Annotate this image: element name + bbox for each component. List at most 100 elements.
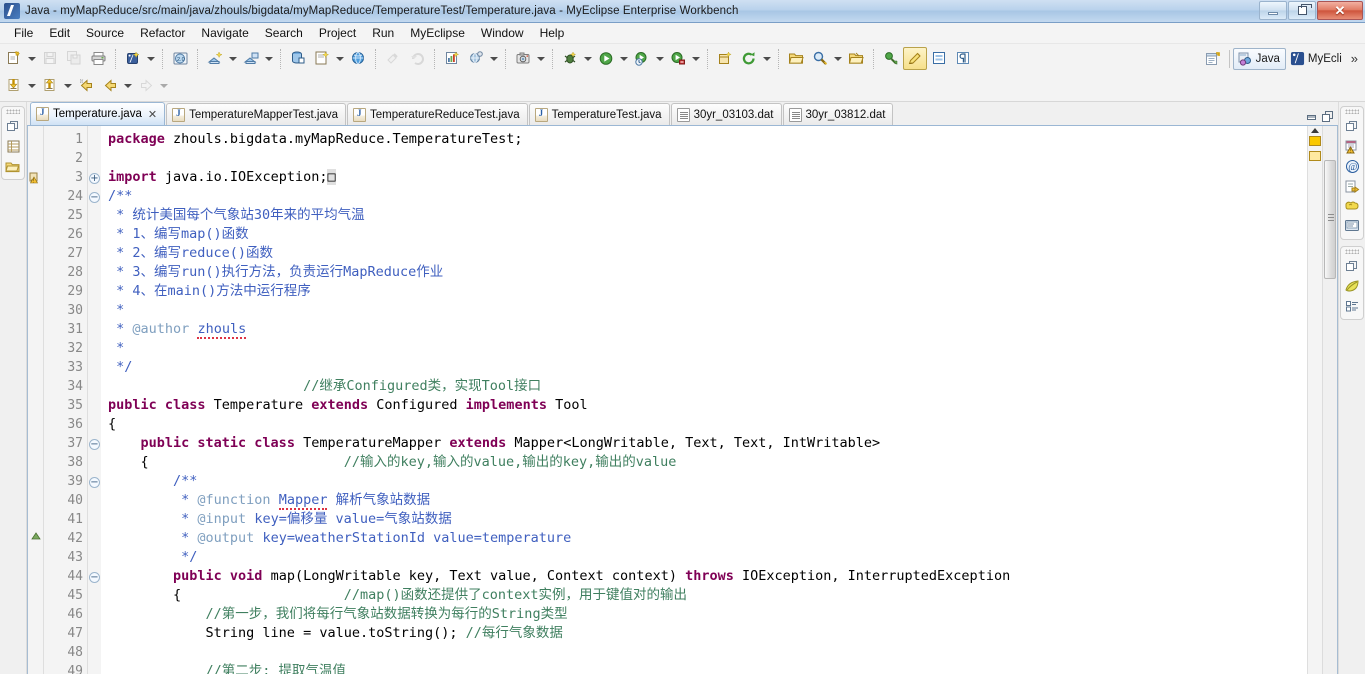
editor-tab-2[interactable]: TemperatureReduceTest.java [347,103,528,125]
restore-button[interactable] [1288,1,1316,20]
new-package-button[interactable] [713,47,737,70]
menu-edit[interactable]: Edit [41,24,78,42]
menu-navigate[interactable]: Navigate [193,24,256,42]
perspective-myeclipse[interactable]: MyEcli [1286,48,1348,70]
terminal-icon[interactable] [1342,216,1362,236]
editor-tab-1[interactable]: TemperatureMapperTest.java [166,103,347,125]
search-dropdown-arrow[interactable] [832,47,844,70]
editor-overview-ruler[interactable] [1307,126,1322,674]
code-line[interactable]: //第一步，我们将每行气象站数据转换为每行的String类型 [108,605,1307,624]
run-button[interactable] [594,47,618,70]
open-folder-icon[interactable] [3,156,23,176]
editor-vertical-scrollbar[interactable] [1322,126,1337,674]
code-line[interactable] [108,149,1307,168]
code-line[interactable]: //继承Configured类，实现Tool接口 [108,377,1307,396]
problems-icon[interactable]: ! [1342,136,1362,156]
code-line[interactable]: { //输入的key,输入的value,输出的key,输出的value [108,453,1307,472]
code-line[interactable]: */ [108,358,1307,377]
code-line[interactable]: * 统计美国每个气象站30年来的平均气温 [108,206,1307,225]
menu-project[interactable]: Project [311,24,364,42]
open-resource-button[interactable] [784,47,808,70]
next-annotation-button[interactable] [879,47,903,70]
deploy-button[interactable] [203,47,227,70]
code-line[interactable]: public class Temperature extends Configu… [108,396,1307,415]
perspective-java[interactable]: Java [1232,47,1286,70]
menu-source[interactable]: Source [78,24,132,42]
menu-refactor[interactable]: Refactor [132,24,193,42]
close-button[interactable]: ✕ [1317,1,1363,20]
export-button[interactable] [38,74,62,97]
code-line[interactable]: { [108,415,1307,434]
last-edit-button[interactable] [844,47,868,70]
code-line[interactable]: * @function Mapper 解析气象站数据 [108,491,1307,510]
forward-dropdown-arrow[interactable] [158,74,170,97]
menu-file[interactable]: File [6,24,41,42]
run-history-dropdown-arrow[interactable] [654,47,666,70]
editor-tab-close-icon[interactable]: ✕ [148,108,157,121]
fold-toggle[interactable]: − [88,567,101,586]
at-sign-icon[interactable]: @ [1342,156,1362,176]
open-perspective-button[interactable] [1202,47,1226,70]
export-dropdown-arrow[interactable] [62,74,74,97]
code-line[interactable]: * @output key=weatherStationId value=tem… [108,529,1307,548]
globe-button[interactable] [346,47,370,70]
server-button[interactable] [239,47,263,70]
editor-tab-4[interactable]: 30yr_03103.dat [670,103,782,125]
code-line[interactable]: /** [108,472,1307,491]
maximize-editor-button[interactable] [1320,109,1334,123]
run-external-button[interactable] [666,47,690,70]
snapshot-dropdown-arrow[interactable] [535,47,547,70]
code-line[interactable]: package zhouls.bigdata.myMapReduce.Tempe… [108,130,1307,149]
refresh-dropdown-arrow[interactable] [761,47,773,70]
menu-search[interactable]: Search [257,24,311,42]
console-icon[interactable] [1342,196,1362,216]
menu-window[interactable]: Window [473,24,532,42]
code-line[interactable]: * @author zhouls [108,320,1307,339]
back-button[interactable] [98,74,122,97]
fold-toggle[interactable]: − [88,472,101,491]
code-line[interactable] [108,643,1307,662]
run-external-dropdown-arrow[interactable] [690,47,702,70]
editor-text-area[interactable]: package zhouls.bigdata.myMapReduce.Tempe… [102,126,1307,674]
back-dropdown-arrow[interactable] [122,74,134,97]
editor-tab-5[interactable]: 30yr_03812.dat [782,103,894,125]
warning-marker[interactable] [1309,136,1321,146]
editor-annotation-ruler[interactable]: ! [28,126,44,674]
code-line[interactable]: String line = value.toString(); //每行气象数据 [108,624,1307,643]
menu-myeclipse[interactable]: MyEclipse [402,24,473,42]
fast-view-drag-handle[interactable] [6,109,20,114]
java-source-editor[interactable]: ! 1 2 3 24 25 26 27 28 29 30 31 32 33 34 35 36 37 38 39 40 4… [27,126,1338,674]
editor-folding-ruler[interactable]: + − − − − [88,126,102,674]
declaration-icon[interactable] [1342,176,1362,196]
toggle-mark-occurrences-button[interactable] [903,47,927,70]
import-dropdown-arrow[interactable] [26,74,38,97]
debug-dropdown-arrow[interactable] [582,47,594,70]
override-annotation-icon[interactable] [29,531,43,545]
web-project-button[interactable]: 2.0 [168,47,192,70]
restore-outline-fastview-button[interactable] [1342,256,1362,276]
code-line[interactable]: * [108,339,1307,358]
fold-toggle[interactable]: + [88,168,101,187]
editor-tab-0[interactable]: Temperature.java ✕ [30,102,166,125]
code-line[interactable]: public void map(LongWritable key, Text v… [108,567,1307,586]
menu-help[interactable]: Help [532,24,573,42]
package-explorer-icon[interactable] [3,136,23,156]
new-myeclipse-project-dropdown-arrow[interactable] [145,47,157,70]
menu-run[interactable]: Run [364,24,402,42]
snapshot-button[interactable] [511,47,535,70]
minimize-button[interactable] [1259,1,1287,20]
open-type-button[interactable] [310,47,334,70]
outline-leaf-icon[interactable] [1342,276,1362,296]
code-line[interactable]: * 4、在main()方法中运行程序 [108,282,1307,301]
fold-toggle[interactable]: − [88,187,101,206]
import-button[interactable] [2,74,26,97]
restore-left-fastview-button[interactable] [3,116,23,136]
debug-button[interactable] [558,47,582,70]
scroll-up-arrow-icon[interactable] [1311,128,1319,133]
server-dropdown-arrow[interactable] [263,47,275,70]
back-history-button[interactable] [74,74,98,97]
code-line[interactable]: //第二步: 提取气温值 [108,662,1307,674]
code-line[interactable]: * @input key=偏移量 value=气象站数据 [108,510,1307,529]
code-line[interactable]: { //map()函数还提供了context实例，用于键值对的输出 [108,586,1307,605]
code-line[interactable]: */ [108,548,1307,567]
